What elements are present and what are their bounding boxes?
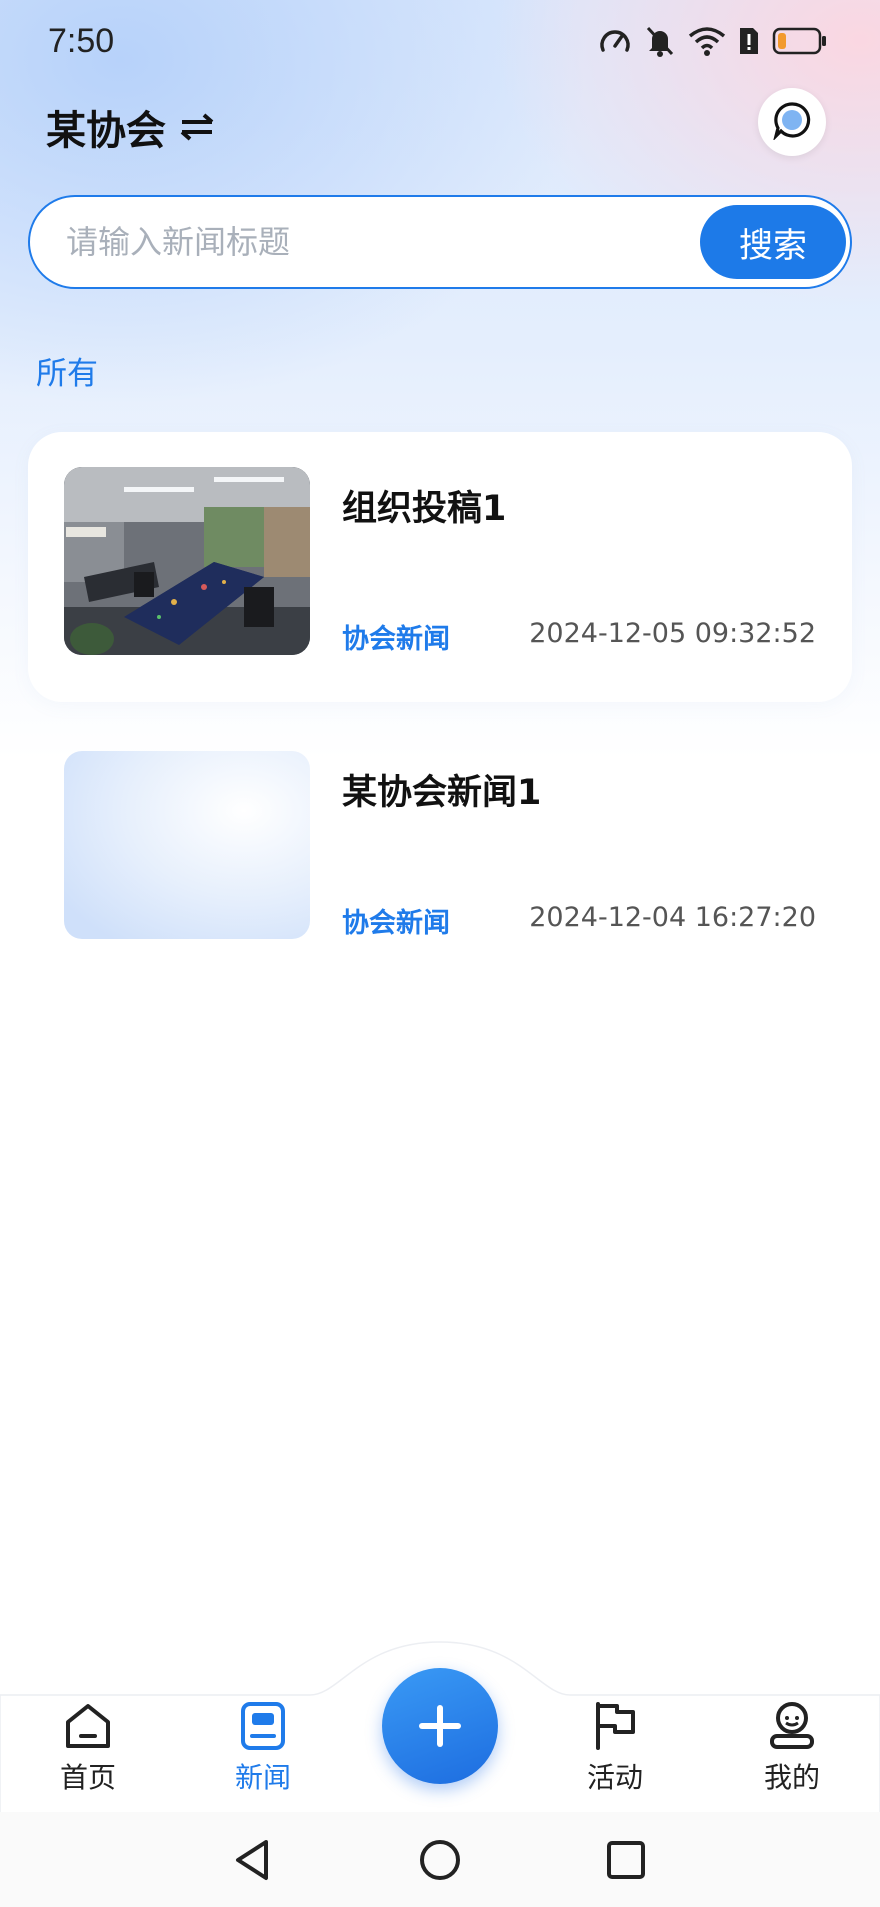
mute-bell-icon <box>644 24 676 58</box>
search-input[interactable] <box>66 197 666 287</box>
association-switcher[interactable]: 某协会 <box>46 98 218 156</box>
status-icons <box>598 24 828 58</box>
nav-news-label: 新闻 <box>234 1761 291 1794</box>
speed-icon <box>598 24 632 58</box>
nav-profile-label: 我的 <box>763 1761 820 1794</box>
news-card[interactable]: 组织投稿1 协会新闻 2024-12-05 09:32:52 <box>28 432 852 702</box>
news-title: 某协会新闻1 <box>342 773 542 813</box>
search-button[interactable]: 搜索 <box>700 205 846 279</box>
news-icon <box>241 1702 285 1750</box>
news-title: 组织投稿1 <box>342 489 507 529</box>
sim-alert-icon <box>738 26 760 56</box>
chat-bubble-icon <box>772 100 812 144</box>
nav-activity[interactable]: 活动 <box>555 1700 675 1796</box>
user-icon <box>770 1702 814 1749</box>
nav-home[interactable]: 首页 <box>28 1700 148 1796</box>
home-circle-icon[interactable] <box>416 1836 464 1884</box>
wifi-icon <box>688 25 726 57</box>
news-category: 协会新闻 <box>342 624 450 655</box>
recents-square-icon[interactable] <box>602 1836 650 1884</box>
news-thumbnail <box>64 467 310 655</box>
news-thumbnail-placeholder <box>64 751 310 939</box>
page-title: 某协会 <box>46 108 166 154</box>
nav-activity-label: 活动 <box>586 1761 643 1794</box>
search-bar: 搜索 <box>28 195 852 289</box>
flag-icon <box>596 1702 635 1750</box>
swap-icon <box>176 107 218 147</box>
filter-tab-all[interactable]: 所有 <box>36 348 98 393</box>
news-time: 2024-12-05 09:32:52 <box>529 618 816 649</box>
message-button[interactable] <box>758 88 826 156</box>
nav-profile[interactable]: 我的 <box>732 1700 852 1796</box>
add-button[interactable] <box>382 1668 498 1784</box>
plus-icon <box>419 1705 461 1747</box>
status-bar: 7:50 <box>0 0 880 86</box>
news-category: 协会新闻 <box>342 908 450 939</box>
status-time: 7:50 <box>48 22 115 60</box>
back-triangle-icon[interactable] <box>228 1836 276 1884</box>
news-card[interactable]: 某协会新闻1 协会新闻 2024-12-04 16:27:20 <box>28 716 852 986</box>
battery-low-icon <box>772 26 828 56</box>
nav-home-label: 首页 <box>59 1761 116 1794</box>
news-time: 2024-12-04 16:27:20 <box>529 902 816 933</box>
home-icon <box>66 1704 110 1748</box>
nav-news[interactable]: 新闻 <box>203 1700 323 1796</box>
